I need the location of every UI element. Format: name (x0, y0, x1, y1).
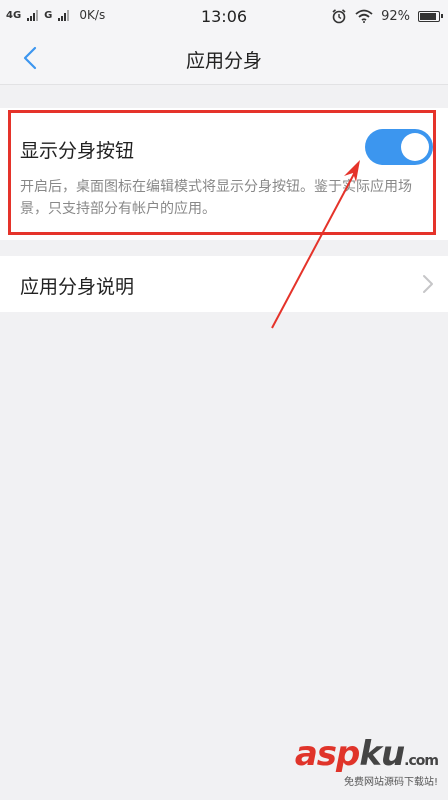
watermark-brand-dark: ku (359, 734, 405, 774)
status-bar-right: 92% (331, 8, 443, 24)
setting-card-clone-button: 显示分身按钮 开启后，桌面图标在编辑模式将显示分身按钮。鉴于实际应用场景，只支持… (0, 108, 448, 240)
show-clone-button-toggle[interactable] (365, 129, 433, 165)
page-title: 应用分身 (185, 50, 262, 72)
wifi-icon (355, 9, 373, 23)
battery-icon (418, 10, 443, 22)
status-bar: 4G G 0K/s 13:06 92% (0, 0, 448, 32)
watermark-brand: aspku.com (294, 734, 439, 774)
watermark-logo: aspku.com 免费网站源码下载站! (238, 732, 439, 788)
navigation-bar: 应用分身 (0, 32, 448, 85)
chevron-right-icon (423, 275, 433, 293)
watermark-tagline: 免费网站源码下载站! (343, 777, 438, 788)
clone-info-label: 应用分身说明 (20, 276, 135, 298)
setting-description: 开启后，桌面图标在编辑模式将显示分身按钮。鉴于实际应用场景，只支持部分有帐户的应… (20, 179, 412, 217)
alarm-clock-icon (332, 9, 346, 24)
setting-title: 显示分身按钮 (20, 140, 135, 162)
toggle-knob (401, 133, 429, 161)
battery-percent: 92% (381, 8, 410, 24)
watermark-brand-suffix: .com (404, 753, 439, 769)
watermark-brand-red: asp (294, 734, 361, 774)
clone-info-row[interactable]: 应用分身说明 (0, 256, 448, 312)
